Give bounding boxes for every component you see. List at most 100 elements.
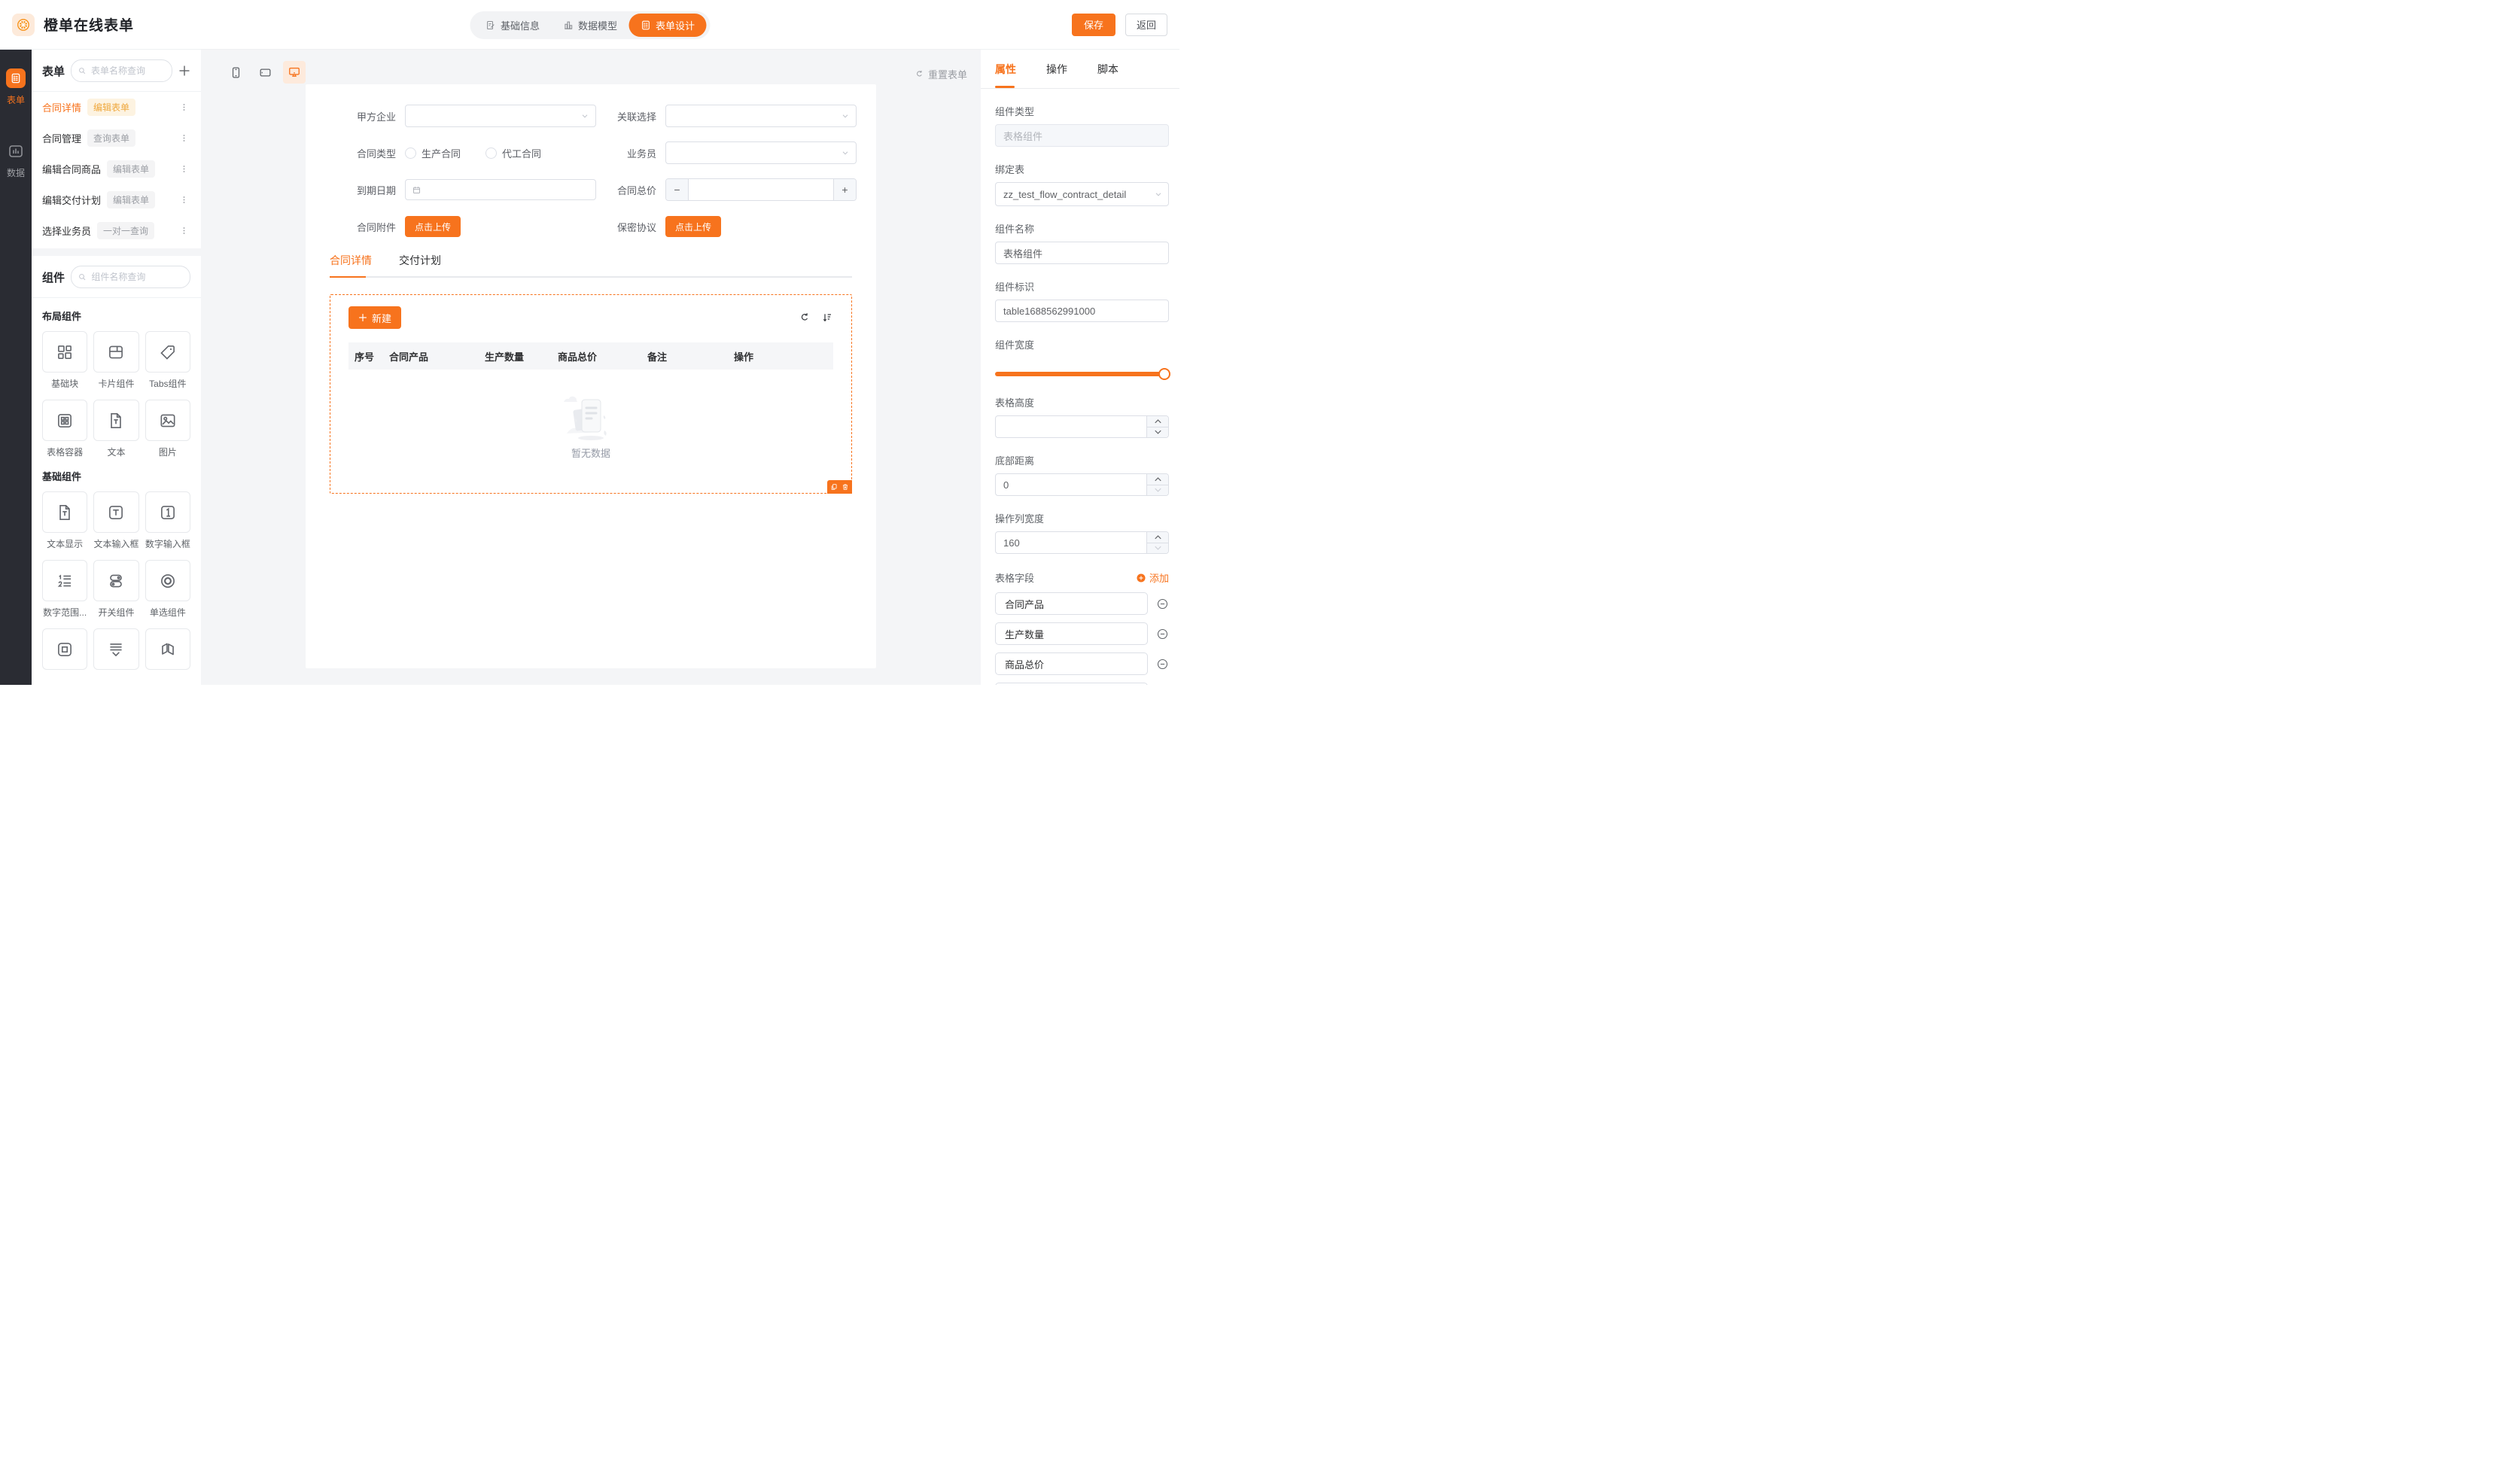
spin-down-button[interactable] [1147,427,1168,438]
component-search-input[interactable] [90,271,184,283]
party-select[interactable] [405,105,596,127]
increase-button[interactable]: + [833,179,856,200]
component-type-label: 组件类型 [995,104,1169,118]
decrease-button[interactable]: − [666,179,689,200]
more-icon[interactable] [178,100,190,114]
tab-data-model[interactable]: 数据模型 [551,11,628,39]
component-tabs[interactable]: Tabs组件 [145,331,190,390]
more-icon[interactable] [178,193,190,207]
card-icon [106,342,126,362]
radio-production-contract[interactable]: 生产合同 [405,146,461,160]
remove-field-icon[interactable] [1156,658,1169,671]
component-name-input[interactable] [995,242,1169,264]
slider-track [995,372,1169,376]
spin-up-button[interactable] [1147,416,1168,427]
component-card[interactable]: 卡片组件 [93,331,138,390]
device-desktop-button[interactable] [283,61,306,84]
component-basic-block[interactable]: 基础块 [42,331,87,390]
component-image[interactable]: 图片 [145,400,190,458]
field-label-party: 甲方企业 [336,109,396,123]
field-card[interactable]: 合同产品 [995,592,1148,615]
column-header: 序号 [348,349,383,363]
spin-down-button[interactable] [1147,543,1168,554]
field-card[interactable]: 生产数量 [995,622,1148,645]
remove-field-icon[interactable] [1156,628,1169,640]
tab-basic-info[interactable]: 基础信息 [473,11,551,39]
calendar-icon [412,185,422,195]
tab-operations[interactable]: 操作 [1046,50,1067,88]
component-key-input[interactable] [995,300,1169,322]
field-card[interactable]: 备注 [995,683,1148,685]
form-search-input[interactable] [90,65,166,77]
component-key-label: 组件标识 [995,279,1169,294]
bind-table-label: 绑定表 [995,162,1169,176]
more-icon[interactable] [178,224,190,238]
tab-form-design[interactable]: 表单设计 [628,14,706,37]
spin-down-button[interactable] [1147,485,1168,496]
form-list-item[interactable]: 合同详情 编辑表单 [42,92,190,123]
component-pages[interactable] [145,628,190,674]
sort-columns-icon[interactable] [821,312,833,324]
save-button[interactable]: 保存 [1072,14,1115,36]
component-select[interactable] [93,628,138,674]
dropdown-icon [106,640,126,659]
bottom-margin-input[interactable] [995,473,1169,496]
component-table-container[interactable]: 表格容器 [42,400,87,458]
column-header: 备注 [641,349,728,363]
mobile-icon [229,65,243,80]
salesman-select[interactable] [665,141,857,164]
field-label-due-date: 到期日期 [336,183,396,197]
column-header: 合同产品 [383,349,479,363]
device-mobile-button[interactable] [224,61,247,84]
rail-item-forms[interactable]: 表单 [6,68,26,106]
tab-contract-detail[interactable]: 合同详情 [330,253,372,276]
new-row-button[interactable]: 新建 [348,306,401,329]
relation-select[interactable] [665,105,857,127]
slider-handle[interactable] [1158,368,1170,380]
spin-up-button[interactable] [1147,532,1168,543]
tab-attributes[interactable]: 属性 [995,50,1016,88]
back-button[interactable]: 返回 [1125,14,1167,36]
total-price-input[interactable] [689,179,833,200]
component-text[interactable]: 文本 [93,400,138,458]
add-field-button[interactable]: 添加 [1136,570,1169,585]
form-list-item[interactable]: 合同管理 查询表单 [42,123,190,154]
layout-components-grid: 基础块 卡片组件 Tabs组件 [42,331,190,458]
component-number-range[interactable]: 数字范围... [42,560,87,619]
due-date-input[interactable] [405,179,596,200]
copy-icon[interactable] [830,483,838,491]
form-list-item[interactable]: 编辑合同商品 编辑表单 [42,154,190,184]
table-height-input[interactable] [995,415,1169,438]
component-switch[interactable]: 开关组件 [93,560,138,619]
component-radio[interactable]: 单选组件 [145,560,190,619]
component-text-input[interactable]: 文本输入框 [93,491,138,550]
bind-table-select[interactable]: zz_test_flow_contract_detail [995,182,1169,206]
radio-oem-contract[interactable]: 代工合同 [485,146,541,160]
device-tablet-button[interactable] [254,61,276,84]
square-in-square-icon [55,640,75,659]
tab-data-model-label: 数据模型 [578,18,617,32]
form-list-item[interactable]: 选择业务员 一对一查询 [42,215,190,246]
table-component-selected[interactable]: 新建 [330,294,852,494]
op-column-width-input[interactable] [995,531,1169,554]
component-number-input[interactable]: 数字输入框 [145,491,190,550]
width-slider[interactable] [995,368,1169,380]
delete-icon[interactable] [842,483,849,491]
reset-form-button[interactable]: 重置表单 [915,67,967,81]
nda-upload-button[interactable]: 点击上传 [665,216,721,237]
component-block[interactable] [42,628,87,674]
rail-item-data[interactable]: 数据 [6,141,26,179]
form-list-item[interactable]: 编辑交付计划 编辑表单 [42,184,190,215]
tab-script[interactable]: 脚本 [1097,50,1118,88]
refresh-icon[interactable] [799,312,811,324]
more-icon[interactable] [178,162,190,176]
spin-up-button[interactable] [1147,474,1168,485]
body: 表单 数据 表单 [0,50,1179,685]
remove-field-icon[interactable] [1156,598,1169,610]
add-form-icon[interactable] [178,65,190,77]
tab-delivery-plan[interactable]: 交付计划 [399,253,441,276]
attachment-upload-button[interactable]: 点击上传 [405,216,461,237]
component-text-display[interactable]: 文本显示 [42,491,87,550]
more-icon[interactable] [178,131,190,145]
field-card[interactable]: 商品总价 [995,652,1148,675]
